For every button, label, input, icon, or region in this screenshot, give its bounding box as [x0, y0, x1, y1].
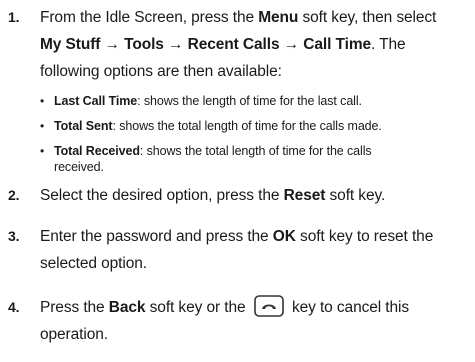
instructions-document: 1. From the Idle Screen, press the Menu … — [0, 0, 475, 362]
step-text: From the Idle Screen, press the Menu sof… — [40, 4, 470, 85]
option-text: Last Call Time: shows the length of time… — [54, 93, 470, 109]
step-number: 4. — [8, 299, 20, 315]
step-text: Enter the password and press the OK soft… — [40, 223, 470, 277]
menu-path: My Stuff → Tools → Recent Calls → Call T… — [40, 36, 372, 53]
option-desc: : shows the total length of time for the… — [139, 144, 372, 158]
option-title: Total Received — [54, 144, 140, 158]
option-title: Total Sent — [54, 119, 113, 133]
back-key-label: Back — [108, 299, 146, 316]
step-number: 1. — [8, 9, 20, 25]
option-desc: : shows the total length of time for the… — [112, 119, 382, 133]
ok-key-label: OK — [272, 228, 296, 245]
step-text: Press the Back soft key or the key to ca… — [40, 294, 470, 348]
text-run: soft key or the — [145, 299, 246, 316]
step-text: Select the desired option, press the Res… — [40, 182, 470, 209]
option-title: Last Call Time — [54, 94, 138, 108]
text-run: soft key. — [325, 187, 386, 204]
text-run: soft key to reset the — [295, 228, 434, 245]
bullet-icon: • — [40, 144, 45, 158]
option-text: Total Received: shows the total length o… — [54, 143, 470, 175]
step-line: operation. — [40, 326, 108, 343]
bullet-icon: • — [40, 94, 45, 108]
step-line: following options are then available: — [40, 63, 282, 80]
end-key-icon — [253, 295, 284, 317]
option-text: Total Sent: shows the total length of ti… — [54, 118, 470, 134]
option-desc-continued: received. — [54, 160, 104, 174]
step-line: From the Idle Screen, press the Menu sof… — [40, 4, 470, 31]
text-run: Press the — [40, 299, 109, 316]
option-line: Total Received: shows the total length o… — [54, 143, 470, 159]
step-number: 2. — [8, 187, 20, 203]
step-number: 3. — [8, 228, 20, 244]
text-run: soft key, then select — [298, 9, 437, 26]
menu-key-label: Menu — [258, 9, 299, 26]
text-run: From the Idle Screen, press the — [40, 9, 259, 26]
step-line: selected option. — [40, 255, 147, 272]
bullet-icon: • — [40, 119, 45, 133]
option-desc: : shows the length of time for the last … — [137, 94, 362, 108]
text-run: Enter the password and press the — [40, 228, 273, 245]
step-line: Press the Back soft key or the key to ca… — [40, 294, 470, 321]
step-line: My Stuff → Tools → Recent Calls → Call T… — [40, 31, 470, 58]
text-run: Select the desired option, press the — [40, 187, 284, 204]
step-line: Enter the password and press the OK soft… — [40, 223, 470, 250]
text-run: . The — [371, 36, 406, 53]
text-run: key to cancel this — [291, 299, 410, 316]
reset-key-label: Reset — [283, 187, 326, 204]
